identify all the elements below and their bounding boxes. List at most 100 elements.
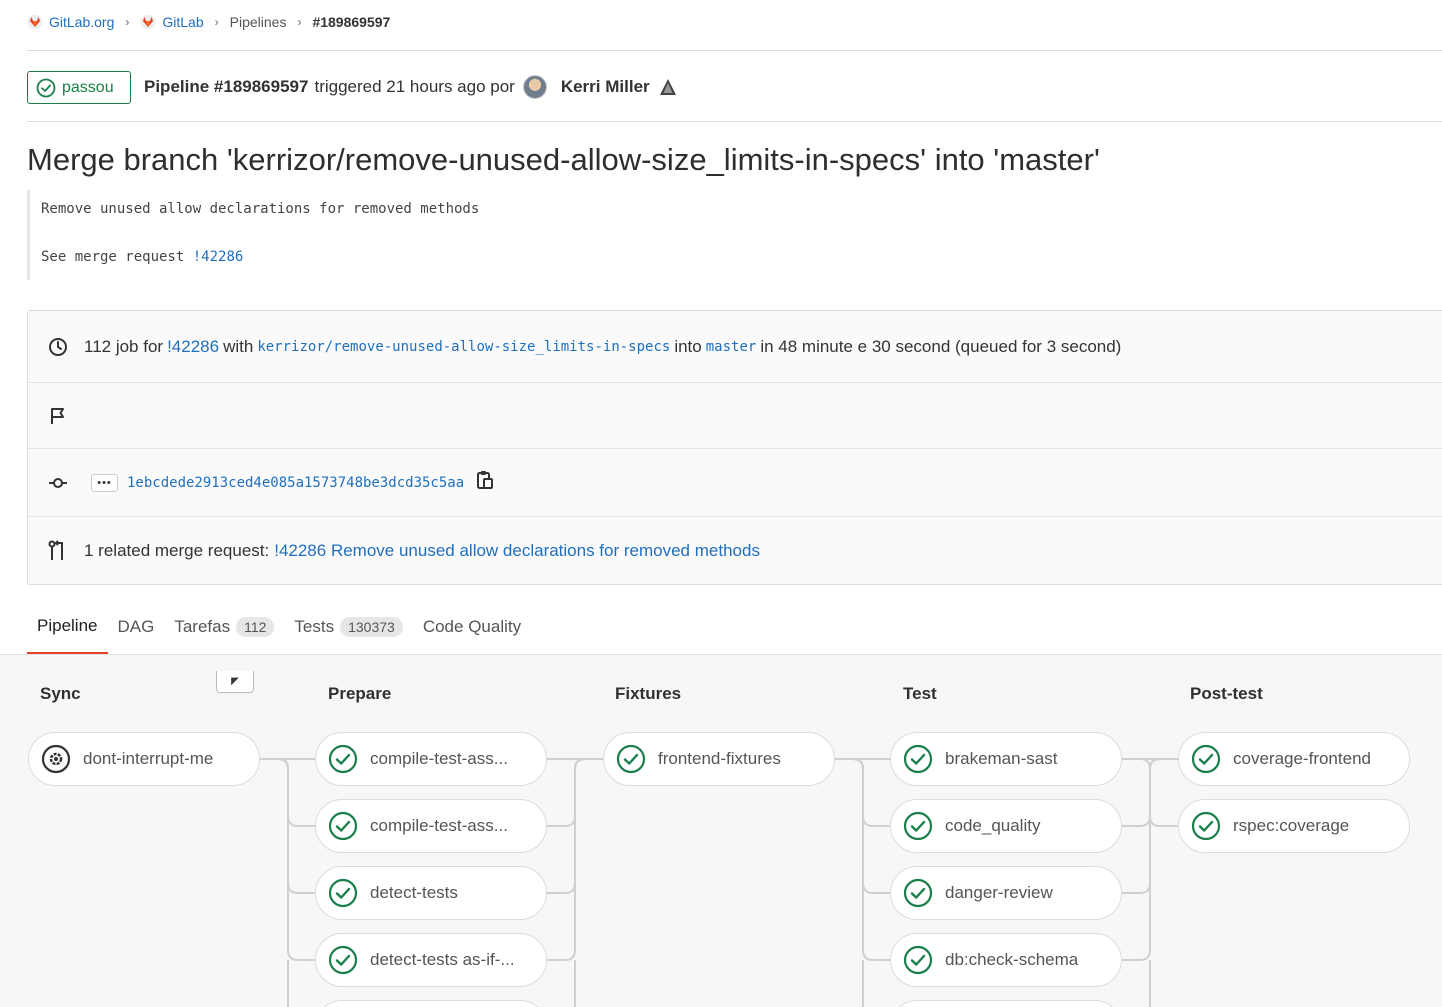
author-link[interactable]: Kerri Miller: [561, 77, 650, 97]
status-success-icon: [903, 945, 933, 975]
info-row-commit: ••• 1ebcdede2913ced4e085a1573748be3dcd35…: [28, 449, 1442, 517]
tab-tests-count: 130373: [340, 617, 403, 637]
status-success-icon: [1191, 811, 1221, 841]
job-item[interactable]: [315, 1000, 547, 1007]
avatar[interactable]: [522, 75, 547, 99]
info-row-tags: [28, 383, 1442, 449]
chevron-right-icon: ›: [214, 15, 219, 29]
tab-dag[interactable]: DAG: [108, 600, 165, 654]
job-name: code_quality: [945, 816, 1041, 835]
tab-tarefas[interactable]: Tarefas 112: [164, 600, 284, 654]
breadcrumb-link-pipelines[interactable]: Pipelines: [230, 14, 287, 30]
job-item[interactable]: brakeman-sast: [890, 732, 1122, 786]
job-connector-line: [547, 758, 586, 827]
status-success-icon: [903, 878, 933, 908]
job-item[interactable]: compile-test-ass...: [315, 799, 547, 853]
job-connector-line: [852, 758, 890, 961]
job-name: detect-tests as-if-...: [370, 950, 515, 969]
commit-description: Remove unused allow declarations for rem…: [27, 190, 479, 280]
commit-desc-line: Remove unused allow declarations for rem…: [41, 201, 480, 217]
commit-desc-line: See merge request !42286: [41, 238, 479, 286]
stage-title: Prepare: [328, 684, 392, 703]
source-branch-link[interactable]: kerrizor/remove-unused-allow-size_limits…: [257, 339, 670, 355]
job-name: db:check-schema: [945, 950, 1079, 969]
tab-pipeline[interactable]: Pipeline: [27, 600, 108, 654]
status-success-icon: [328, 744, 358, 774]
collapse-button[interactable]: ◤: [216, 671, 254, 693]
status-success-icon: [36, 78, 56, 97]
job-name: danger-review: [945, 883, 1053, 902]
status-success-icon: [903, 744, 933, 774]
pipeline-graph: ◤ Sync dont-interrupt-me Prepare compile-te…: [0, 655, 1442, 1007]
job-item[interactable]: db:check-schema: [890, 933, 1122, 987]
job-name: rspec:coverage: [1233, 816, 1350, 835]
stage-title: Fixtures: [615, 684, 682, 703]
status-success-icon: [328, 811, 358, 841]
job-connector-line: [277, 758, 315, 827]
gitlab-logo-icon: [27, 14, 43, 30]
breadcrumb: GitLab.org › GitLab › Pipelines › #18986…: [27, 10, 390, 34]
job-name: dont-interrupt-me: [83, 749, 214, 768]
job-connector-line: [1122, 758, 1161, 827]
job-item[interactable]: code_quality: [890, 799, 1122, 853]
status-success-icon: [328, 945, 358, 975]
stage-title: Sync: [40, 684, 81, 703]
job-item[interactable]: compile-test-ass...: [315, 732, 547, 786]
job-item[interactable]: rspec:coverage: [1178, 799, 1410, 853]
job-item[interactable]: danger-review: [890, 866, 1122, 920]
job-name: brakeman-sast: [945, 749, 1058, 768]
commit-title: Merge branch 'kerrizor/remove-unused-all…: [27, 142, 1100, 177]
related-mr-link[interactable]: !42286 Remove unused allow declarations …: [274, 541, 760, 561]
divider: [27, 50, 1442, 51]
breadcrumb-link-gitlab-org[interactable]: GitLab.org: [49, 14, 114, 30]
pipeline-tabs: Pipeline DAG Tarefas 112 Tests 130373 Code…: [27, 600, 1442, 654]
job-name: frontend-fixtures: [658, 749, 781, 768]
status-badge[interactable]: passou: [27, 71, 131, 104]
job-item[interactable]: [890, 1000, 1122, 1007]
copy-icon[interactable]: [476, 469, 494, 496]
related-mr-prefix: 1 related merge request:: [84, 541, 270, 560]
job-connector-line: [547, 758, 586, 961]
flag-icon: [46, 404, 70, 428]
job-item[interactable]: coverage-frontend: [1178, 732, 1410, 786]
chevron-right-icon: ›: [297, 15, 302, 29]
expand-commit-button[interactable]: •••: [91, 473, 118, 492]
pipeline-header: Pipeline #189869597 triggered 21 hours a…: [144, 75, 678, 99]
gitlab-logo-icon: [140, 14, 156, 30]
tab-dag-label: DAG: [117, 617, 155, 636]
jobs-count-text: 112 job for: [84, 336, 164, 356]
triggered-text: triggered 21 hours ago por: [314, 77, 515, 96]
stage-title: Test: [903, 684, 937, 703]
job-name: compile-test-ass...: [370, 816, 508, 835]
tab-code-quality[interactable]: Code Quality: [413, 600, 531, 654]
tab-tests[interactable]: Tests 130373: [284, 600, 412, 654]
into-text: into: [674, 336, 702, 356]
commit-sha-link[interactable]: 1ebcdede2913ced4e085a1573748be3dcd35c5aa: [127, 475, 464, 491]
stage-title: Post-test: [1190, 684, 1263, 703]
job-item[interactable]: dont-interrupt-me: [28, 732, 260, 786]
job-connector-line: [852, 758, 890, 827]
chevron-right-icon: ›: [125, 15, 130, 29]
breadcrumb-item-gitlab-org[interactable]: GitLab.org: [27, 14, 114, 30]
info-row-summary: 112 job for !42286 with kerrizor/remove-…: [28, 311, 1442, 383]
job-item[interactable]: detect-tests: [315, 866, 547, 920]
breadcrumb-item-current[interactable]: #189869597: [312, 14, 390, 30]
pipeline-id: Pipeline #189869597: [144, 77, 309, 96]
tab-tests-label: Tests: [294, 617, 335, 636]
mr-link[interactable]: !42286: [167, 337, 219, 357]
breadcrumb-item-pipelines[interactable]: Pipelines: [230, 14, 287, 30]
pipeline-info-box: 112 job for !42286 with kerrizor/remove-…: [27, 310, 1442, 585]
job-name: coverage-frontend: [1233, 749, 1371, 768]
clock-icon: [46, 335, 70, 359]
status-success-icon: [1191, 744, 1221, 774]
breadcrumb-link-gitlab[interactable]: GitLab: [162, 14, 203, 30]
job-item[interactable]: detect-tests as-if-...: [315, 933, 547, 987]
job-item[interactable]: frontend-fixtures: [603, 732, 835, 786]
divider: [27, 121, 1442, 122]
commit-mr-link[interactable]: !42286: [193, 249, 244, 265]
target-branch-link[interactable]: master: [706, 339, 757, 355]
info-row-related-mr: 1 related merge request: !42286 Remove u…: [28, 517, 1442, 585]
status-success-icon: [328, 878, 358, 908]
job-name: compile-test-ass...: [370, 749, 508, 768]
breadcrumb-item-gitlab[interactable]: GitLab: [140, 14, 204, 30]
